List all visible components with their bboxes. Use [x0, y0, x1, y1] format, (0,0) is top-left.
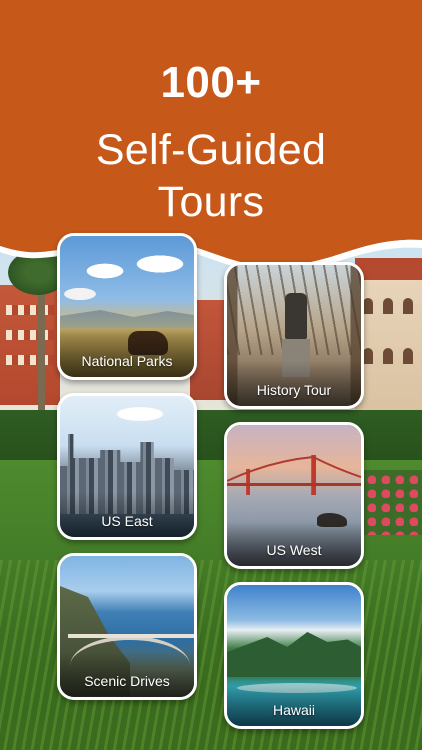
tour-card-us-west[interactable]: US West	[224, 422, 364, 569]
tour-card-label: Scenic Drives	[84, 673, 170, 689]
building-left	[0, 285, 60, 405]
tour-card-hawaii[interactable]: Hawaii	[224, 582, 364, 729]
tour-card-label: US West	[266, 542, 322, 558]
tour-card-label: National Parks	[81, 353, 173, 369]
tour-card-history-tour[interactable]: History Tour	[224, 262, 364, 409]
tour-card-label: History Tour	[256, 382, 332, 398]
tour-card-us-east[interactable]: US East	[57, 393, 197, 540]
headline-line-2: Tours	[157, 178, 265, 226]
headline-count: 100+	[160, 58, 262, 107]
headline-subtitle: Self-Guided Tours	[0, 124, 422, 228]
tour-card-scenic-drives[interactable]: Scenic Drives	[57, 553, 197, 700]
tour-card-national-parks[interactable]: National Parks	[57, 233, 197, 380]
palm-tree-trunk	[38, 285, 45, 410]
headline-line-1: Self-Guided	[95, 126, 327, 174]
flower-bed	[362, 470, 422, 535]
tour-card-label: US East	[101, 513, 153, 529]
tour-card-label: Hawaii	[272, 702, 315, 718]
building-right	[355, 258, 422, 418]
